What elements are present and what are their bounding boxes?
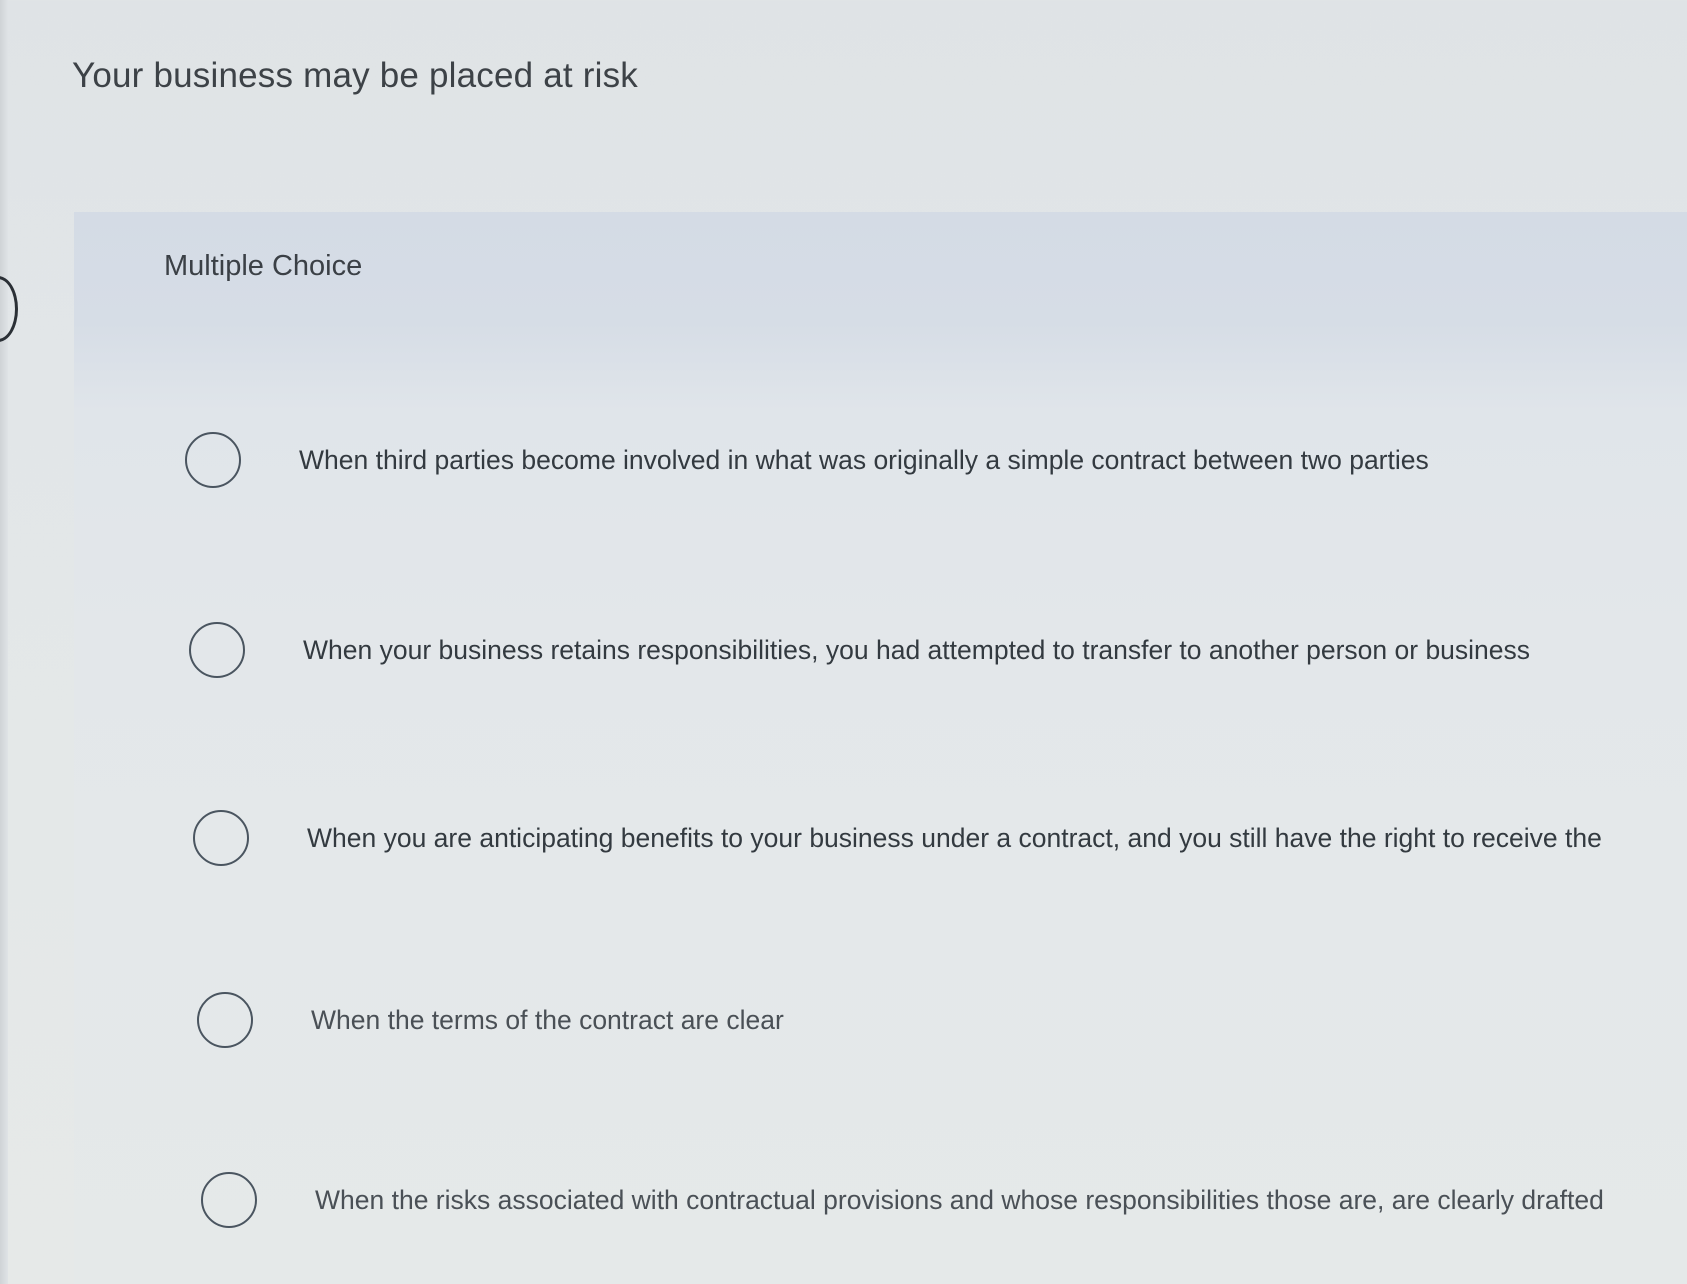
answer-option-4[interactable]: When the terms of the contract are clear: [197, 988, 1687, 1052]
question-prompt: Your business may be placed at risk: [72, 56, 639, 95]
answer-option-text: When third parties become involved in wh…: [299, 444, 1429, 475]
answer-panel: [74, 212, 1687, 1284]
answer-option-text: When the terms of the contract are clear: [311, 1004, 784, 1035]
radio-button-3[interactable]: [193, 810, 249, 866]
radio-button-5[interactable]: [201, 1172, 257, 1228]
answer-option-text: When you are anticipating benefits to yo…: [307, 822, 1602, 853]
radio-button-4[interactable]: [197, 992, 253, 1048]
radio-button-2[interactable]: [189, 622, 245, 678]
answer-option-text: When the risks associated with contractu…: [315, 1184, 1604, 1215]
answer-option-text: When your business retains responsibilit…: [303, 634, 1531, 665]
answer-option-2[interactable]: When your business retains responsibilit…: [189, 618, 1687, 682]
answer-option-5[interactable]: When the risks associated with contractu…: [201, 1168, 1687, 1232]
question-type-label: Multiple Choice: [164, 250, 363, 282]
answer-option-1[interactable]: When third parties become involved in wh…: [185, 428, 1687, 492]
side-panel-toggle[interactable]: [0, 276, 18, 342]
answer-option-3[interactable]: When you are anticipating benefits to yo…: [193, 806, 1687, 870]
screen-edge: [0, 0, 8, 1284]
radio-button-1[interactable]: [185, 432, 241, 488]
